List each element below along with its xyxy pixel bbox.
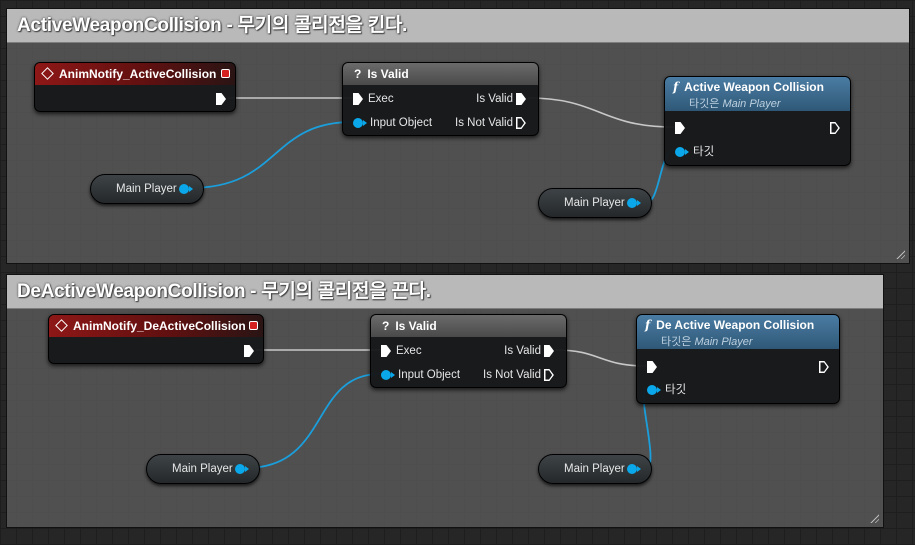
delegate-pin-icon[interactable] <box>221 69 230 78</box>
main-player-variable[interactable]: Main Player <box>90 174 204 204</box>
function-icon: f <box>645 318 651 332</box>
main-player-variable[interactable]: Main Player <box>538 188 652 218</box>
function-node-header: f Active Weapon Collision 타깃은 Main Player <box>665 77 850 111</box>
variable-label: Main Player <box>172 463 233 475</box>
target-prefix: 타깃은 <box>661 336 692 348</box>
exec-in-pin[interactable] <box>647 361 657 373</box>
variable-out-pin[interactable] <box>627 198 641 208</box>
input-object-pin[interactable] <box>353 118 367 128</box>
event-node-title: AnimNotify_DeActiveCollision <box>73 319 246 333</box>
event-node-header: AnimNotify_ActiveCollision <box>35 63 235 85</box>
input-object-pin[interactable] <box>381 370 395 380</box>
variable-label: Main Player <box>564 197 625 209</box>
variable-out-pin[interactable] <box>179 184 193 194</box>
question-icon: ? <box>382 319 390 333</box>
function-node-title: Active Weapon Collision <box>684 80 824 94</box>
target-pin[interactable] <box>647 385 661 395</box>
event-diamond-icon <box>41 67 54 81</box>
function-node-title: De Active Weapon Collision <box>656 318 815 332</box>
is-valid-node[interactable]: ? Is Valid Exec Is Valid Input Object Is … <box>342 62 539 136</box>
resize-handle-icon[interactable] <box>869 513 879 523</box>
event-node[interactable]: AnimNotify_DeActiveCollision <box>48 314 264 364</box>
is-valid-out-label: Is Valid <box>476 93 513 105</box>
input-object-label: Input Object <box>398 369 461 381</box>
is-valid-header: ? Is Valid <box>371 315 566 337</box>
comment-title[interactable]: DeActiveWeaponCollision - 무기의 콜리전을 끈다. <box>7 275 883 309</box>
function-node-header: f De Active Weapon Collision 타깃은 Main Pla… <box>637 315 839 349</box>
is-valid-node[interactable]: ? Is Valid Exec Is Valid Input Object Is … <box>370 314 567 388</box>
input-object-label: Input Object <box>370 117 433 129</box>
is-valid-title: Is Valid <box>367 67 409 81</box>
is-valid-out-label: Is Valid <box>504 345 541 357</box>
event-node-header: AnimNotify_DeActiveCollision <box>49 315 263 337</box>
is-valid-out-pin[interactable] <box>544 345 554 357</box>
function-node[interactable]: f Active Weapon Collision 타깃은 Main Player… <box>664 76 851 166</box>
target-pin[interactable] <box>675 147 689 157</box>
question-icon: ? <box>354 67 362 81</box>
exec-out-pin[interactable] <box>216 93 226 105</box>
function-node[interactable]: f De Active Weapon Collision 타깃은 Main Pla… <box>636 314 840 404</box>
target-class: Main Player <box>722 98 781 110</box>
variable-out-pin[interactable] <box>235 464 249 474</box>
event-diamond-icon <box>55 319 68 333</box>
exec-in-label: Exec <box>368 93 394 105</box>
variable-out-pin[interactable] <box>627 464 641 474</box>
target-class: Main Player <box>694 336 753 348</box>
main-player-variable[interactable]: Main Player <box>538 454 652 484</box>
exec-in-pin[interactable] <box>381 345 391 357</box>
comment-title[interactable]: ActiveWeaponCollision - 무기의 콜리전을 킨다. <box>7 9 909 43</box>
exec-out-pin[interactable] <box>244 345 254 357</box>
exec-in-pin[interactable] <box>675 122 685 134</box>
variable-label: Main Player <box>564 463 625 475</box>
target-pin-label: 타깃 <box>665 384 687 396</box>
is-valid-title: Is Valid <box>395 319 437 333</box>
exec-in-label: Exec <box>396 345 422 357</box>
is-valid-out-pin[interactable] <box>516 93 526 105</box>
is-not-valid-out-pin[interactable] <box>516 117 526 129</box>
delegate-pin-icon[interactable] <box>249 321 258 330</box>
exec-out-pin[interactable] <box>819 361 829 373</box>
target-prefix: 타깃은 <box>689 98 720 110</box>
event-node-title: AnimNotify_ActiveCollision <box>59 67 217 81</box>
target-pin-label: 타깃 <box>693 146 715 158</box>
is-not-valid-out-label: Is Not Valid <box>455 117 513 129</box>
resize-handle-icon[interactable] <box>895 249 905 259</box>
is-not-valid-out-label: Is Not Valid <box>483 369 541 381</box>
is-not-valid-out-pin[interactable] <box>544 369 554 381</box>
function-icon: f <box>673 80 679 94</box>
exec-in-pin[interactable] <box>353 93 363 105</box>
main-player-variable[interactable]: Main Player <box>146 454 260 484</box>
is-valid-header: ? Is Valid <box>343 63 538 85</box>
variable-label: Main Player <box>116 183 177 195</box>
exec-out-pin[interactable] <box>830 122 840 134</box>
event-node[interactable]: AnimNotify_ActiveCollision <box>34 62 236 112</box>
